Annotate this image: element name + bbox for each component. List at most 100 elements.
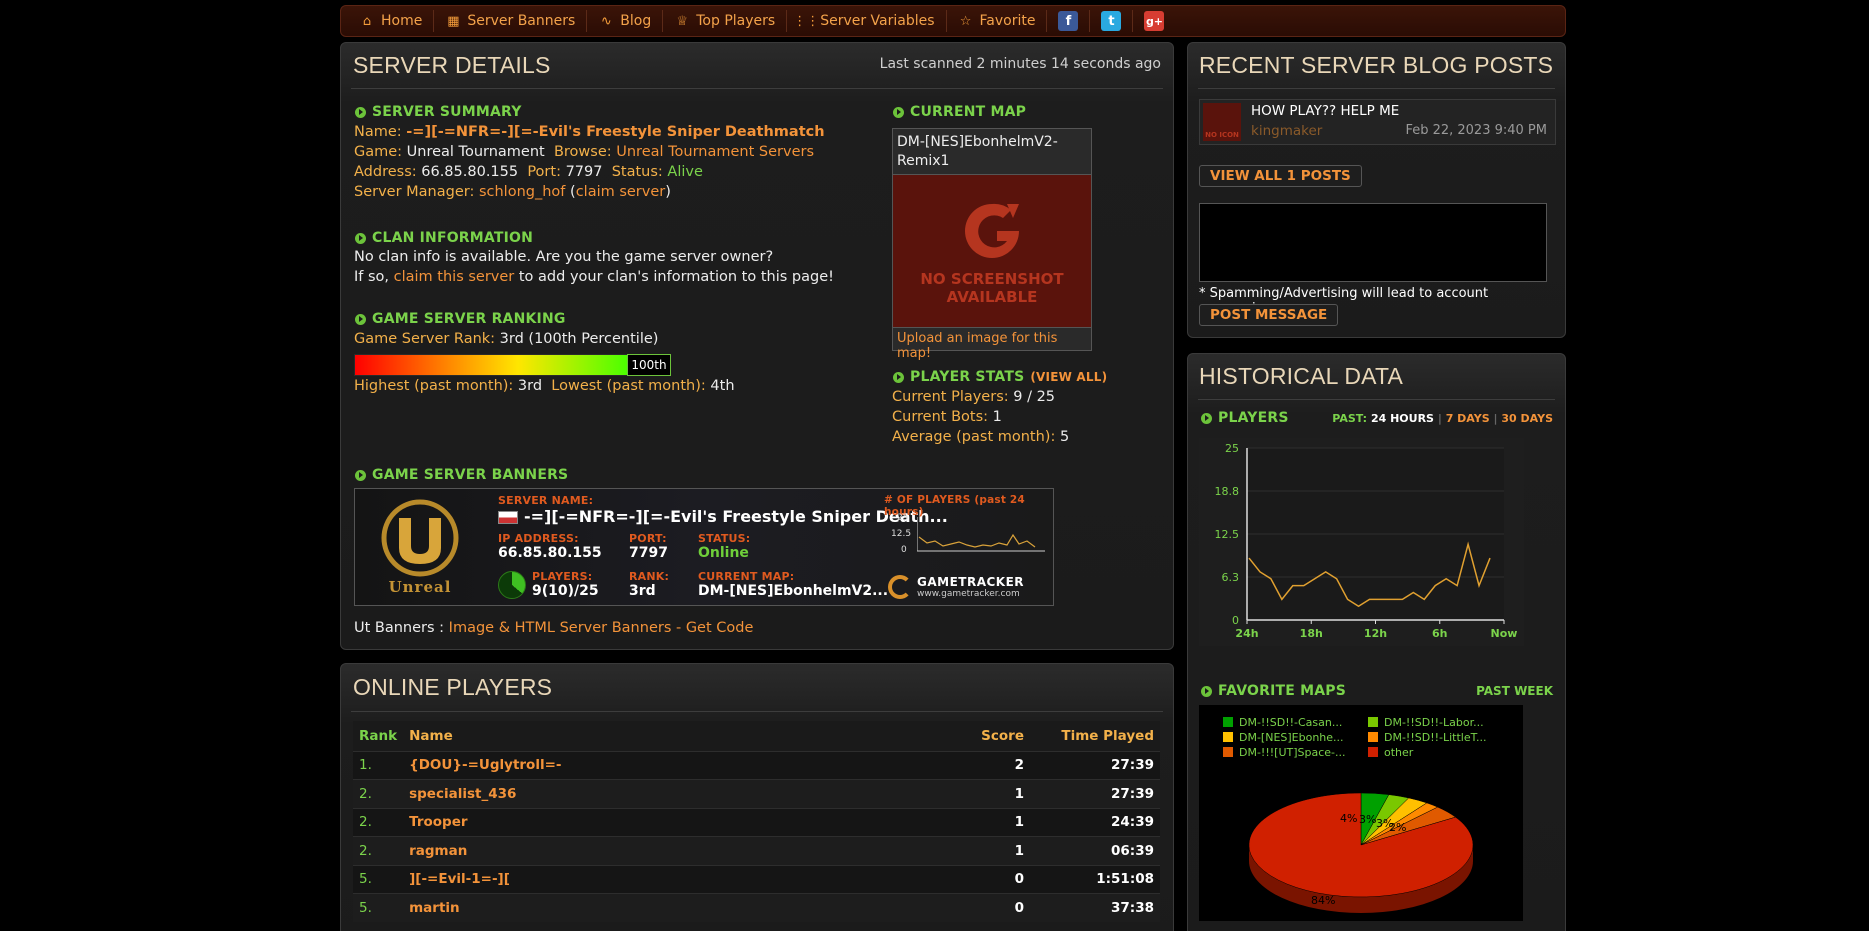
nav-blog[interactable]: ∿ Blog (586, 10, 662, 32)
online-players-title: ONLINE PLAYERS (353, 674, 553, 700)
nav-facebook[interactable]: f (1046, 10, 1089, 32)
player-time: 37:38 (1030, 893, 1160, 922)
map-screenshot-placeholder: NO SCREENSHOT AVAILABLE (893, 175, 1091, 327)
manager-link[interactable]: schlong_hof (479, 184, 565, 200)
player-name[interactable]: {DOU}-=Uglytroll=- (403, 750, 930, 780)
table-row[interactable]: 5.][-=Evil-1=-][0 1:51:08 (353, 864, 1160, 894)
players-chart-heading: PLAYERS (1201, 410, 1289, 426)
player-score: 1 (930, 779, 1030, 808)
gametracker-brand: GAMETRACKER www.gametracker.com (888, 575, 1024, 599)
player-score: 1 (930, 807, 1030, 837)
divider (1198, 88, 1555, 89)
nav-favorite[interactable]: ☆ Favorite (945, 10, 1047, 32)
server-banner[interactable]: Unreal SERVER NAME: -=][-=NFR=-][=-Evil'… (354, 488, 1054, 606)
past-week-label: PAST WEEK (1476, 684, 1553, 698)
percentile-badge: 100th (627, 354, 671, 376)
facebook-icon: f (1058, 11, 1079, 31)
bullet-icon (1201, 685, 1212, 697)
home-icon: ⌂ (362, 13, 372, 29)
view-all-posts-button[interactable]: VIEW ALL 1 POSTS (1199, 165, 1362, 187)
y-tick-label: 0 (1232, 614, 1239, 627)
browse-link[interactable]: Unreal Tournament Servers (616, 144, 814, 160)
tab-30-days[interactable]: 30 DAYS (1501, 412, 1553, 425)
bullet-icon (893, 106, 904, 118)
banner-mini-graph: 25 12.5 0 (891, 513, 1047, 561)
divider (351, 88, 1163, 89)
star-icon: ☆ (959, 13, 972, 29)
view-all-stats-link[interactable]: (VIEW ALL) (1030, 370, 1107, 384)
player-name[interactable]: Trooper (403, 807, 930, 837)
server-summary-heading: SERVER SUMMARY (355, 104, 522, 120)
clan-line-2: If so, claim this server to add your cla… (354, 269, 834, 285)
player-time: 27:39 (1030, 779, 1160, 808)
twitter-icon: t (1101, 11, 1122, 31)
player-rank: 1. (353, 750, 404, 780)
banner-mini-graph-lines (917, 517, 1045, 552)
ranking-heading: GAME SERVER RANKING (355, 311, 566, 327)
x-tick-label: Now (1491, 627, 1518, 640)
bullet-icon (1201, 412, 1212, 424)
upload-map-image-link[interactable]: Upload an image for this map! (893, 327, 1091, 364)
player-time: 24:39 (1030, 807, 1160, 837)
player-time: 1:51:08 (1030, 864, 1160, 894)
blog-posts-panel: RECENT SERVER BLOG POSTS NO ICON HOW PLA… (1187, 42, 1566, 338)
gametracker-logo-icon (888, 575, 912, 599)
manager-line: Server Manager: schlong_hof (claim serve… (354, 184, 671, 200)
y-tick-label: 25 (1225, 442, 1239, 455)
game-line: Game: Unreal Tournament Browse: Unreal T… (354, 144, 815, 160)
nav-google-plus[interactable]: g+ (1132, 10, 1175, 32)
nav-server-banners[interactable]: ▦ Server Banners (433, 10, 586, 32)
unreal-logo: Unreal (365, 493, 475, 601)
table-row[interactable]: 1. {DOU}-=Uglytroll=- 2 27:39 (353, 750, 1160, 780)
table-row[interactable]: 2. specialist_436 1 27:39 (353, 779, 1160, 808)
player-name[interactable]: ragman (403, 836, 930, 865)
divider (1198, 399, 1555, 400)
online-players-table: Rank Name Score Time Played 1. {DOU}-=Ugl… (353, 721, 1160, 922)
player-name[interactable]: ][-=Evil-1=-][ (403, 864, 930, 894)
bullet-icon (355, 469, 366, 481)
col-name[interactable]: Name (403, 721, 930, 751)
player-rank: 5. (353, 864, 404, 894)
player-score: 0 (930, 864, 1030, 894)
address-line: Address: 66.85.80.155 Port: 7797 Status:… (354, 164, 703, 180)
nav-server-variables[interactable]: ⋮⋮ Server Variables (786, 10, 945, 32)
player-name[interactable]: martin (403, 893, 930, 922)
blog-post-author[interactable]: kingmaker (1251, 123, 1322, 139)
nav-home[interactable]: ⌂ Home (355, 10, 433, 32)
current-bots-line: Current Bots: 1 (892, 409, 1002, 425)
bullet-icon (355, 106, 366, 118)
legend-label: DM-!!SD!!-LittleT... (1384, 731, 1487, 744)
legend-label: DM-[NES]Ebonhe... (1239, 731, 1344, 744)
player-score: 1 (930, 836, 1030, 865)
high-low-line: Highest (past month): 3rd Lowest (past m… (354, 378, 735, 394)
blog-post-item[interactable]: NO ICON HOW PLAY?? HELP ME kingmaker Feb… (1199, 99, 1556, 145)
col-score[interactable]: Score (930, 721, 1030, 751)
col-rank[interactable]: Rank (353, 721, 404, 751)
table-row[interactable]: 2. Trooper 1 24:39 (353, 807, 1160, 837)
player-score: 0 (930, 893, 1030, 922)
claim-this-server-link[interactable]: claim this server (394, 269, 515, 285)
banners-footer: Ut Banners : Image & HTML Server Banners… (354, 620, 754, 636)
blog-post-title[interactable]: HOW PLAY?? HELP ME (1251, 103, 1399, 119)
player-name[interactable]: specialist_436 (403, 779, 930, 808)
legend-swatch (1223, 747, 1233, 757)
table-row[interactable]: 5. martin 0 37:38 (353, 893, 1160, 922)
col-time[interactable]: Time Played (1030, 721, 1160, 751)
nav-top-players[interactable]: ♕ Top Players (662, 10, 786, 32)
claim-server-link[interactable]: claim server (576, 184, 666, 200)
slice-label: 2% (1389, 821, 1406, 834)
current-map-heading: CURRENT MAP (893, 104, 1026, 120)
tab-24-hours[interactable]: 24 HOURS (1371, 412, 1434, 425)
banners-get-code-link[interactable]: Image & HTML Server Banners - Get Code (449, 620, 754, 636)
bullet-icon (893, 371, 904, 383)
post-message-button[interactable]: POST MESSAGE (1199, 304, 1339, 326)
current-map-card: DM-[NES]EbonhelmV2-Remix1 NO SCREENSHOT … (892, 128, 1092, 361)
x-tick-label: 12h (1364, 627, 1387, 640)
blog-message-input[interactable] (1199, 203, 1547, 282)
blog-post-date: Feb 22, 2023 9:40 PM (1405, 123, 1547, 138)
player-rank: 2. (353, 779, 404, 808)
nav-twitter[interactable]: t (1089, 10, 1132, 32)
table-row[interactable]: 2. ragman 1 06:39 (353, 836, 1160, 865)
tab-7-days[interactable]: 7 DAYS (1446, 412, 1490, 425)
player-time: 06:39 (1030, 836, 1160, 865)
